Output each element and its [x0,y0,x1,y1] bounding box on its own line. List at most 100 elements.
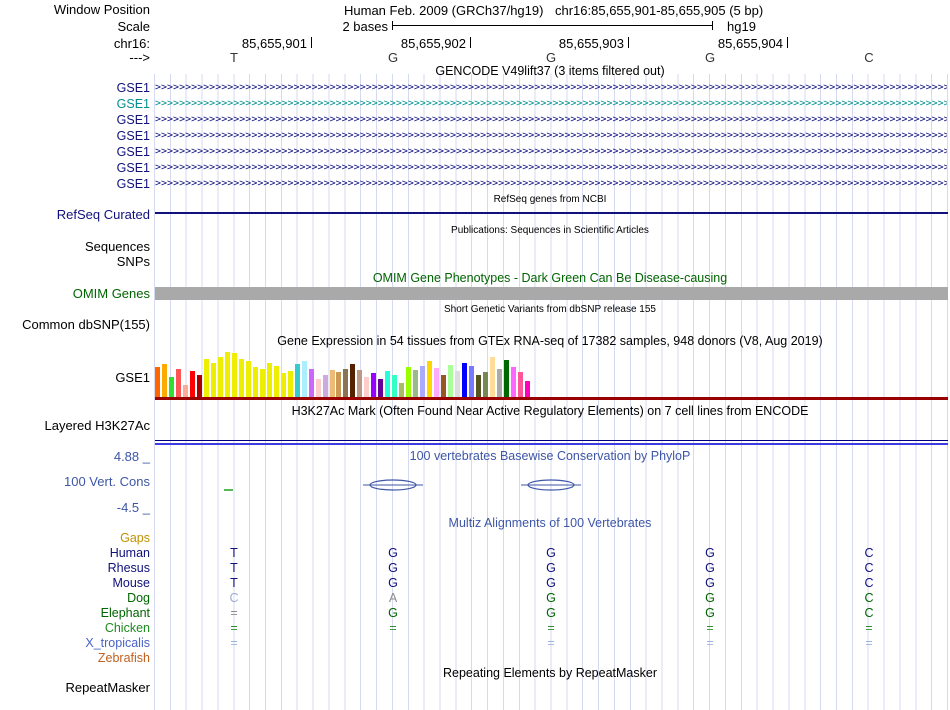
gtex-tissue-bar[interactable] [232,353,237,397]
track-label-gse1[interactable]: GSE1 [0,112,150,128]
gtex-tissue-bar[interactable] [155,367,160,397]
gene-item-arrows[interactable]: >>>>>>>>>>>>>>>>>>>>>>>>>>>>>>>>>>>>>>>>… [155,80,947,96]
gene-item-arrows[interactable]: >>>>>>>>>>>>>>>>>>>>>>>>>>>>>>>>>>>>>>>>… [155,96,947,112]
gtex-tissue-bar[interactable] [316,379,321,397]
gtex-tissue-bar[interactable] [190,371,195,397]
refseq-track-title: RefSeq genes from NCBI [493,194,607,205]
gtex-tissue-bar[interactable] [378,379,383,397]
gtex-tissue-bar[interactable] [204,359,209,397]
gene-item-arrows[interactable]: >>>>>>>>>>>>>>>>>>>>>>>>>>>>>>>>>>>>>>>>… [155,176,947,192]
track-label-layered-h3k27ac[interactable]: Layered H3K27Ac [0,418,150,433]
gtex-tissue-bar[interactable] [350,364,355,397]
gtex-tissue-bar[interactable] [497,369,502,397]
gtex-tissue-bar[interactable] [427,361,432,397]
track-label-x_tropicalis[interactable]: X_tropicalis [0,636,150,651]
alignment-base: G [546,546,556,560]
gtex-tissue-bar[interactable] [343,369,348,397]
track-label-gse1[interactable]: GSE1 [0,80,150,96]
refseq-gene-item[interactable] [155,212,948,214]
track-label-omim-genes[interactable]: OMIM Genes [0,286,150,301]
track-label-gaps[interactable]: Gaps [0,531,150,546]
gtex-tissue-bar[interactable] [406,367,411,397]
gtex-tissue-bar[interactable] [413,370,418,397]
gtex-tissue-bar[interactable] [364,377,369,397]
alignment-base: = [865,636,873,650]
gtex-tissue-bar[interactable] [483,372,488,397]
track-label-elephant[interactable]: Elephant [0,606,150,621]
coordinate-tick [787,37,788,48]
gtex-tissue-bar[interactable] [218,357,223,397]
gtex-tissue-bar[interactable] [246,361,251,397]
alignment-base: G [546,561,556,575]
track-label-gse1[interactable]: GSE1 [0,176,150,192]
gtex-tissue-bar[interactable] [525,381,530,397]
gtex-tissue-bar[interactable] [455,371,460,397]
gtex-tissue-bar[interactable] [518,372,523,397]
gtex-tissue-bar[interactable] [371,373,376,397]
track-label-refseq-curated[interactable]: RefSeq Curated [0,207,150,222]
track-label-rhesus[interactable]: Rhesus [0,561,150,576]
alignment-base: G [705,606,715,620]
gtex-tissue-bar[interactable] [323,375,328,397]
gtex-tissue-bar[interactable] [162,364,167,397]
multiz-row: Dog C A G G C [0,591,950,606]
gtex-tissue-bar[interactable] [420,366,425,397]
gtex-expression-barchart[interactable] [155,351,948,397]
track-label-100-vert-cons[interactable]: 100 Vert. Cons [0,474,150,489]
gtex-tissue-bar[interactable] [330,370,335,397]
gtex-tissue-bar[interactable] [336,372,341,397]
gtex-tissue-bar[interactable] [295,364,300,397]
gtex-tissue-bar[interactable] [288,371,293,397]
track-label-sequences[interactable]: Sequences [0,239,150,254]
gene-row: GSE1 >>>>>>>>>>>>>>>>>>>>>>>>>>>>>>>>>>>>… [0,144,950,160]
track-label-zebrafish[interactable]: Zebrafish [0,651,150,666]
gene-item-arrows[interactable]: >>>>>>>>>>>>>>>>>>>>>>>>>>>>>>>>>>>>>>>>… [155,128,947,144]
track-label-common-dbsnp[interactable]: Common dbSNP(155) [0,317,150,332]
gene-item-arrows[interactable]: >>>>>>>>>>>>>>>>>>>>>>>>>>>>>>>>>>>>>>>>… [155,144,947,160]
gtex-tissue-bar[interactable] [448,365,453,397]
track-label-gse1[interactable]: GSE1 [0,144,150,160]
omim-gene-item[interactable] [155,287,948,300]
gtex-tissue-bar[interactable] [176,369,181,397]
gtex-tissue-bar[interactable] [385,371,390,397]
track-label-human[interactable]: Human [0,546,150,561]
position-range: chr16:85,655,901-85,655,905 (5 bp) [555,3,764,18]
gtex-tissue-bar[interactable] [169,377,174,397]
gtex-tissue-bar[interactable] [253,367,258,397]
track-label-chicken[interactable]: Chicken [0,621,150,636]
gtex-tissue-bar[interactable] [239,359,244,397]
gtex-tissue-bar[interactable] [309,369,314,397]
gene-item-arrows[interactable]: >>>>>>>>>>>>>>>>>>>>>>>>>>>>>>>>>>>>>>>>… [155,112,947,128]
gtex-tissue-bar[interactable] [357,370,362,397]
coordinate-label: 85,655,903 [558,36,624,51]
track-label-mouse[interactable]: Mouse [0,576,150,591]
gtex-tissue-bar[interactable] [490,357,495,397]
gtex-tissue-bar[interactable] [462,363,467,397]
gtex-tissue-bar[interactable] [511,367,516,397]
gtex-tissue-bar[interactable] [476,375,481,397]
multiz-row: Rhesus T G G G C [0,561,950,576]
gtex-tissue-bar[interactable] [183,385,188,397]
gtex-tissue-bar[interactable] [302,361,307,397]
gene-item-arrows[interactable]: >>>>>>>>>>>>>>>>>>>>>>>>>>>>>>>>>>>>>>>>… [155,160,947,176]
gtex-tissue-bar[interactable] [267,363,272,397]
track-label-gse1[interactable]: GSE1 [0,96,150,112]
gtex-tissue-bar[interactable] [197,375,202,397]
track-label-snps[interactable]: SNPs [0,254,150,269]
gtex-tissue-bar[interactable] [260,369,265,397]
track-label-gse1[interactable]: GSE1 [0,128,150,144]
gtex-tissue-bar[interactable] [399,383,404,397]
gtex-tissue-bar[interactable] [504,360,509,397]
gtex-tissue-bar[interactable] [211,363,216,397]
gtex-tissue-bar[interactable] [281,373,286,397]
gtex-tissue-bar[interactable] [274,366,279,397]
gtex-tissue-bar[interactable] [441,375,446,397]
gtex-tissue-bar[interactable] [392,375,397,397]
track-label-dog[interactable]: Dog [0,591,150,606]
gtex-tissue-bar[interactable] [434,368,439,397]
track-label-gtex-gse1[interactable]: GSE1 [0,370,150,385]
track-label-repeatmasker[interactable]: RepeatMasker [0,680,150,695]
track-label-gse1[interactable]: GSE1 [0,160,150,176]
gtex-tissue-bar[interactable] [225,352,230,397]
gtex-tissue-bar[interactable] [469,366,474,397]
